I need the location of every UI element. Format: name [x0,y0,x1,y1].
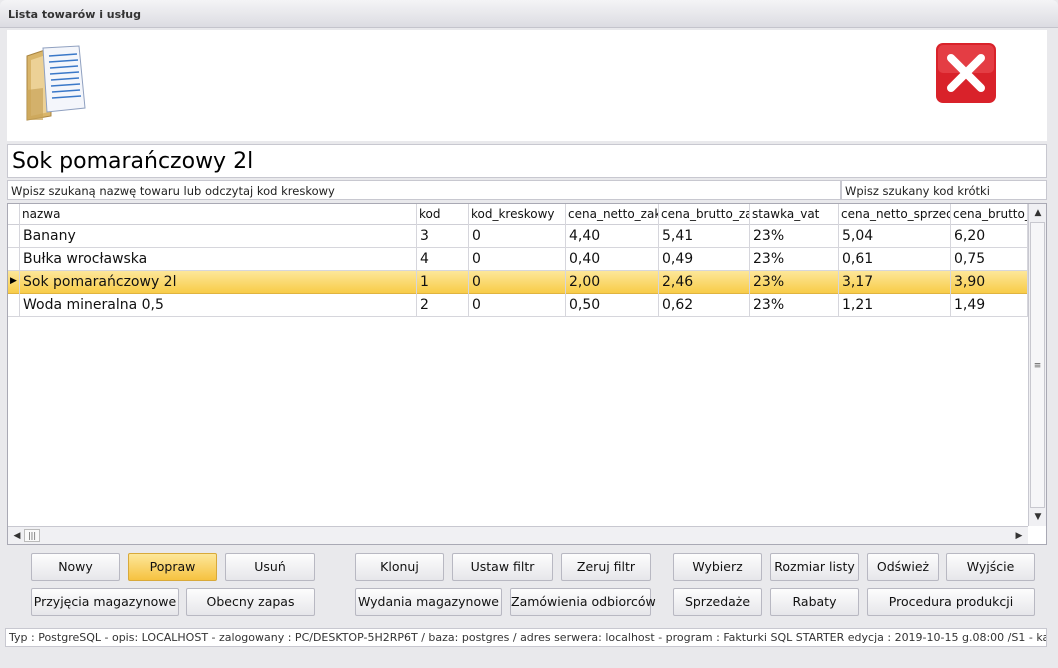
cell-stawka-vat: 23% [750,294,839,317]
cell-nazwa: Bułka wrocławska [20,248,417,271]
cell-kod-kreskowy: 0 [469,271,566,294]
status-bar: Typ : PostgreSQL - opis: LOCALHOST - zal… [5,628,1047,647]
vertical-scrollbar[interactable]: ▲ ≡ ▼ [1028,204,1046,526]
reset-filter-button[interactable]: Zeruj filtr [561,553,651,581]
code-search-input[interactable]: Wpisz szukany kod krótki [841,180,1047,200]
name-search-input[interactable]: Wpisz szukaną nazwę towaru lub odczytaj … [7,180,841,200]
column-header[interactable]: cena_netto_sprzed [839,204,951,225]
refresh-button[interactable]: Odśwież [867,553,939,581]
cell-nazwa: Sok pomarańczowy 2l [20,271,417,294]
table-row-selected[interactable]: ▶ Sok pomarańczowy 2l 1 0 2,00 2,46 23% … [8,271,1028,294]
cell-cena-netto-sprzed: 1,21 [839,294,951,317]
table-header: nazwa kod kod_kreskowy cena_netto_zak ce… [8,204,1028,225]
goods-receipt-button[interactable]: Przyjęcia magazynowe [31,588,179,616]
column-header[interactable]: nazwa [20,204,417,225]
cell-cena-brutto-sprzed: 0,75 [951,248,1028,271]
row-pointer-icon: ▶ [8,271,20,294]
exit-button[interactable]: Wyjście [946,553,1035,581]
product-table: nazwa kod kod_kreskowy cena_netto_zak ce… [7,203,1047,545]
cell-cena-netto-sprzed: 5,04 [839,225,951,248]
cell-cena-brutto-sprzed: 6,20 [951,225,1028,248]
production-procedure-button[interactable]: Procedura produkcji [867,588,1035,616]
row-indicator [8,248,20,271]
title-bar: Lista towarów i usług [0,0,1058,28]
scroll-down-icon[interactable]: ▼ [1031,510,1045,524]
edit-button[interactable]: Popraw [128,553,217,581]
scroll-thumb[interactable]: ≡ [1030,222,1045,508]
table-row[interactable]: Banany 3 0 4,40 5,41 23% 5,04 6,20 [8,225,1028,248]
cell-kod: 4 [417,248,469,271]
selected-name-field[interactable]: Sok pomarańczowy 2l [7,144,1047,178]
cell-cena-netto-sprzed: 3,17 [839,271,951,294]
sales-button[interactable]: Sprzedaże [673,588,762,616]
header-indicator [8,204,20,225]
cell-kod: 3 [417,225,469,248]
cell-kod: 1 [417,271,469,294]
cell-cena-netto-zak: 0,50 [566,294,659,317]
cell-kod: 2 [417,294,469,317]
customer-orders-button[interactable]: Zamówienia odbiorców [510,588,656,616]
cell-cena-netto-zak: 0,40 [566,248,659,271]
column-header[interactable]: cena_brutto_za [659,204,750,225]
scroll-up-icon[interactable]: ▲ [1031,206,1045,220]
cell-cena-netto-sprzed: 0,61 [839,248,951,271]
cell-cena-netto-zak: 4,40 [566,225,659,248]
column-header[interactable]: cena_netto_zak [566,204,659,225]
column-header[interactable]: kod [417,204,469,225]
cell-kod-kreskowy: 0 [469,294,566,317]
close-icon[interactable] [934,41,998,105]
cell-kod-kreskowy: 0 [469,225,566,248]
discounts-button[interactable]: Rabaty [770,588,859,616]
horizontal-scrollbar[interactable]: ◀ ||| ▶ [8,526,1028,544]
table-row[interactable]: Woda mineralna 0,5 2 0 0,50 0,62 23% 1,2… [8,294,1028,317]
column-header[interactable]: kod_kreskowy [469,204,566,225]
clone-button[interactable]: Klonuj [355,553,444,581]
table-row[interactable]: Bułka wrocławska 4 0 0,40 0,49 23% 0,61 … [8,248,1028,271]
scroll-right-icon[interactable]: ▶ [1012,529,1026,543]
window-title: Lista towarów i usług [8,8,141,21]
cell-nazwa: Banany [20,225,417,248]
row-indicator [8,294,20,317]
header-panel [7,30,1047,141]
document-folder-icon [26,45,86,121]
cell-stawka-vat: 23% [750,271,839,294]
cell-kod-kreskowy: 0 [469,248,566,271]
select-button[interactable]: Wybierz [673,553,762,581]
cell-stawka-vat: 23% [750,248,839,271]
set-filter-button[interactable]: Ustaw filtr [452,553,553,581]
hscroll-thumb[interactable]: ||| [24,529,40,542]
row-indicator [8,225,20,248]
cell-cena-brutto-zak: 0,49 [659,248,750,271]
cell-cena-brutto-zak: 0,62 [659,294,750,317]
cell-cena-brutto-sprzed: 1,49 [951,294,1028,317]
goods-issue-button[interactable]: Wydania magazynowe [355,588,502,616]
cell-cena-brutto-zak: 2,46 [659,271,750,294]
new-button[interactable]: Nowy [31,553,120,581]
cell-nazwa: Woda mineralna 0,5 [20,294,417,317]
cell-cena-brutto-zak: 5,41 [659,225,750,248]
delete-button[interactable]: Usuń [225,553,315,581]
current-stock-button[interactable]: Obecny zapas [186,588,315,616]
cell-cena-netto-zak: 2,00 [566,271,659,294]
column-header[interactable]: cena_brutto_ [951,204,1028,225]
cell-cena-brutto-sprzed: 3,90 [951,271,1028,294]
scroll-left-icon[interactable]: ◀ [10,529,24,543]
list-size-button[interactable]: Rozmiar listy [770,553,859,581]
column-header[interactable]: stawka_vat [750,204,839,225]
cell-stawka-vat: 23% [750,225,839,248]
